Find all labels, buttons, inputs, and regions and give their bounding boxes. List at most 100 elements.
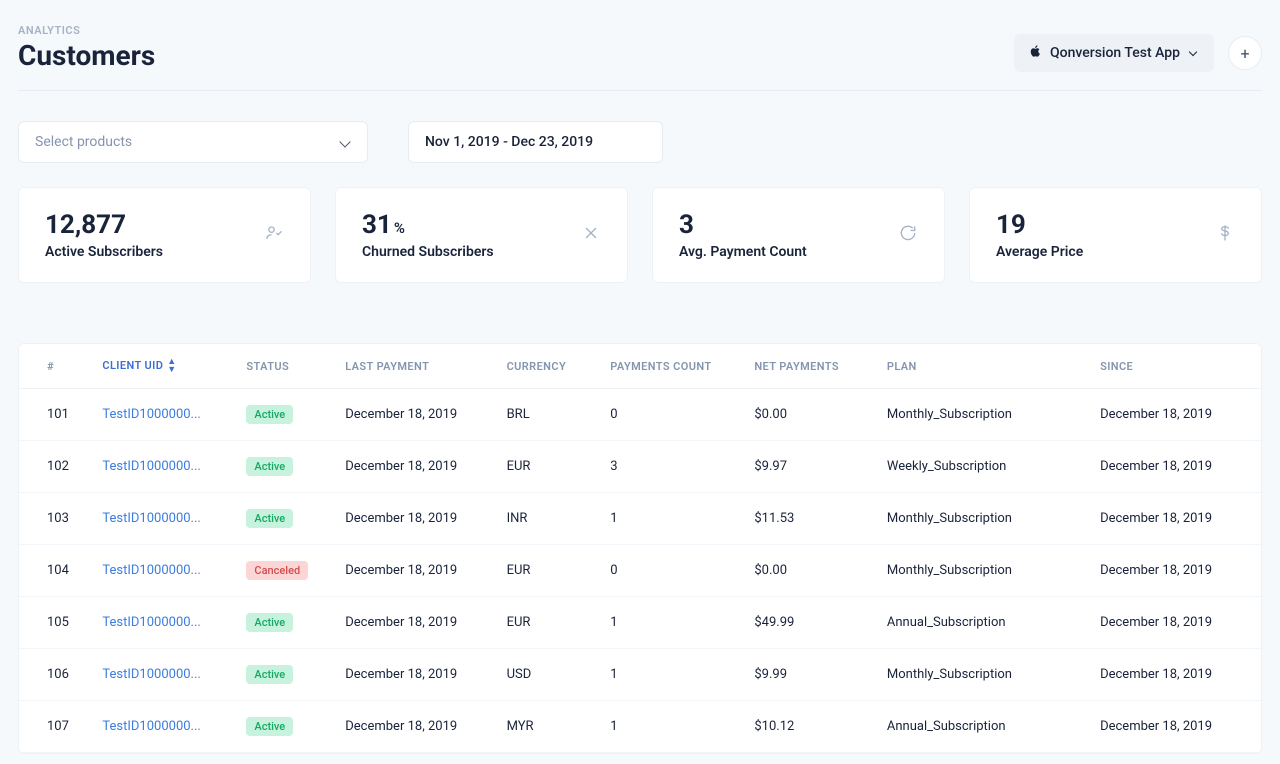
topbar: ANALYTICS Customers Qonversion Test App …	[18, 24, 1262, 91]
cell-currency: EUR	[495, 545, 599, 597]
table-row[interactable]: 102TestID1000000...ActiveDecember 18, 20…	[19, 441, 1261, 493]
cell-num: 106	[19, 649, 90, 701]
cell-payments-count: 1	[598, 493, 742, 545]
cell-client-uid[interactable]: TestID1000000...	[90, 701, 234, 753]
stat-label: Avg. Payment Count	[679, 244, 807, 260]
status-badge: Active	[246, 509, 293, 528]
cell-currency: EUR	[495, 441, 599, 493]
col-num[interactable]: #	[19, 344, 90, 389]
cell-net-payments: $9.97	[742, 441, 875, 493]
cell-num: 104	[19, 545, 90, 597]
cell-status: Active	[234, 597, 333, 649]
cell-client-uid[interactable]: TestID1000000...	[90, 493, 234, 545]
chevron-down-icon	[339, 136, 351, 148]
cell-plan: Weekly_Subscription	[875, 441, 1088, 493]
cell-since: December 18, 2019	[1088, 441, 1261, 493]
col-currency[interactable]: CURRENCY	[495, 344, 599, 389]
apple-icon	[1028, 44, 1042, 62]
cell-client-uid[interactable]: TestID1000000...	[90, 545, 234, 597]
cell-num: 107	[19, 701, 90, 753]
cell-status: Active	[234, 441, 333, 493]
cell-plan: Annual_Subscription	[875, 597, 1088, 649]
table-row[interactable]: 103TestID1000000...ActiveDecember 18, 20…	[19, 493, 1261, 545]
cell-last-payment: December 18, 2019	[333, 389, 494, 441]
cell-last-payment: December 18, 2019	[333, 545, 494, 597]
breadcrumb: ANALYTICS	[18, 24, 155, 37]
cell-plan: Monthly_Subscription	[875, 389, 1088, 441]
cell-status: Canceled	[234, 545, 333, 597]
cell-status: Active	[234, 701, 333, 753]
table-header: # CLIENT UID▲▼ STATUS LAST PAYMENT CURRE…	[19, 344, 1261, 389]
cell-client-uid[interactable]: TestID1000000...	[90, 441, 234, 493]
col-plan[interactable]: PLAN	[875, 344, 1088, 389]
app-selector[interactable]: Qonversion Test App	[1014, 34, 1214, 72]
customers-table: # CLIENT UID▲▼ STATUS LAST PAYMENT CURRE…	[18, 343, 1262, 754]
cell-plan: Monthly_Subscription	[875, 545, 1088, 597]
stat-average-price: 19 Average Price	[969, 187, 1262, 283]
cell-net-payments: $11.53	[742, 493, 875, 545]
cell-payments-count: 1	[598, 701, 742, 753]
cell-last-payment: December 18, 2019	[333, 701, 494, 753]
cell-since: December 18, 2019	[1088, 597, 1261, 649]
table-row[interactable]: 104TestID1000000... Canceled December 18, …	[19, 545, 1261, 597]
product-select[interactable]: Select products	[18, 121, 368, 163]
cell-num: 102	[19, 441, 90, 493]
cell-client-uid[interactable]: TestID1000000...	[90, 597, 234, 649]
cell-net-payments: $0.00	[742, 389, 875, 441]
add-button[interactable]: +	[1228, 36, 1262, 70]
cell-client-uid[interactable]: TestID1000000...	[90, 389, 234, 441]
cell-net-payments: $9.99	[742, 649, 875, 701]
cell-net-payments: $49.99	[742, 597, 875, 649]
cell-currency: BRL	[495, 389, 599, 441]
user-check-icon	[264, 223, 284, 247]
cell-payments-count: 1	[598, 597, 742, 649]
dollar-icon	[1215, 223, 1235, 247]
stat-value: 3	[679, 210, 807, 240]
stat-label: Churned Subscribers	[362, 244, 494, 260]
col-client-uid[interactable]: CLIENT UID▲▼	[90, 344, 234, 389]
product-select-placeholder: Select products	[35, 134, 132, 150]
status-badge: Canceled	[246, 561, 308, 580]
cell-client-uid[interactable]: TestID1000000...	[90, 649, 234, 701]
col-since[interactable]: SINCE	[1088, 344, 1261, 389]
cell-status: Active	[234, 649, 333, 701]
date-range-select[interactable]: Nov 1, 2019 - Dec 23, 2019	[408, 121, 663, 163]
cell-since: December 18, 2019	[1088, 701, 1261, 753]
cell-last-payment: December 18, 2019	[333, 441, 494, 493]
cell-net-payments: $10.12	[742, 701, 875, 753]
table-row[interactable]: 106TestID1000000... Active December 18, 20…	[19, 649, 1261, 701]
cell-plan: Monthly_Subscription	[875, 649, 1088, 701]
cell-payments-count: 0	[598, 389, 742, 441]
cell-num: 105	[19, 597, 90, 649]
cell-last-payment: December 18, 2019	[333, 597, 494, 649]
col-net-payments[interactable]: NET PAYMENTS	[742, 344, 875, 389]
stat-avg-payment-count: 3 Avg. Payment Count	[652, 187, 945, 283]
table-row[interactable]: 101TestID1000000...ActiveDecember 18, 20…	[19, 389, 1261, 441]
stat-value: 31%	[362, 210, 494, 240]
cell-payments-count: 0	[598, 545, 742, 597]
cell-since: December 18, 2019	[1088, 389, 1261, 441]
status-badge: Active	[246, 665, 293, 684]
cell-status: Active	[234, 493, 333, 545]
col-last-payment[interactable]: LAST PAYMENT	[333, 344, 494, 389]
cell-payments-count: 1	[598, 649, 742, 701]
cell-currency: INR	[495, 493, 599, 545]
cell-since: December 18, 2019	[1088, 649, 1261, 701]
close-icon	[581, 223, 601, 247]
cell-plan: Monthly_Subscription	[875, 493, 1088, 545]
cell-num: 103	[19, 493, 90, 545]
cell-payments-count: 3	[598, 441, 742, 493]
stat-label: Active Subscribers	[45, 244, 163, 260]
date-range-label: Nov 1, 2019 - Dec 23, 2019	[425, 134, 593, 150]
refresh-icon	[898, 223, 918, 247]
table-row[interactable]: 105TestID1000000... Active December 18, 20…	[19, 597, 1261, 649]
status-badge: Active	[246, 613, 293, 632]
app-selector-label: Qonversion Test App	[1050, 45, 1180, 61]
stat-value: 19	[996, 210, 1083, 240]
col-payments-count[interactable]: PAYMENTS COUNT	[598, 344, 742, 389]
stat-churned-subscribers: 31% Churned Subscribers	[335, 187, 628, 283]
cell-currency: MYR	[495, 701, 599, 753]
cell-currency: EUR	[495, 597, 599, 649]
table-row[interactable]: 107TestID1000000...ActiveDecember 18, 20…	[19, 701, 1261, 753]
col-status[interactable]: STATUS	[234, 344, 333, 389]
